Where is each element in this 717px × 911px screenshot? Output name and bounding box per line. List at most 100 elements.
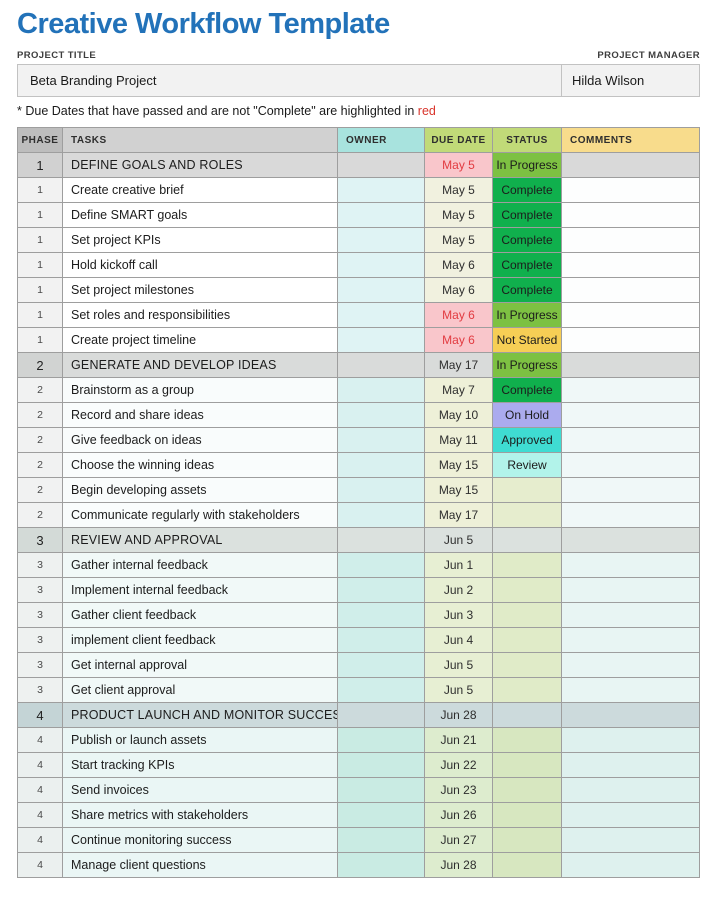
status-cell[interactable]: Complete xyxy=(493,278,561,302)
task-cell[interactable]: PRODUCT LAUNCH AND MONITOR SUCCESS xyxy=(63,703,337,727)
status-cell[interactable]: Approved xyxy=(493,428,561,452)
phase-cell[interactable]: 3 xyxy=(18,603,62,627)
due-date-cell[interactable]: May 5 xyxy=(425,178,492,202)
owner-cell[interactable] xyxy=(338,553,424,577)
status-cell[interactable]: On Hold xyxy=(493,403,561,427)
task-cell[interactable]: Get internal approval xyxy=(63,653,337,677)
task-cell[interactable]: Start tracking KPIs xyxy=(63,753,337,777)
comments-cell[interactable] xyxy=(562,378,699,402)
status-cell[interactable] xyxy=(493,728,561,752)
comments-cell[interactable] xyxy=(562,853,699,877)
phase-cell[interactable]: 3 xyxy=(18,578,62,602)
owner-cell[interactable] xyxy=(338,578,424,602)
due-date-cell[interactable]: Jun 22 xyxy=(425,753,492,777)
due-date-cell[interactable]: Jun 2 xyxy=(425,578,492,602)
comments-cell[interactable] xyxy=(562,578,699,602)
comments-cell[interactable] xyxy=(562,428,699,452)
due-date-cell[interactable]: May 11 xyxy=(425,428,492,452)
task-cell[interactable]: Set roles and responsibilities xyxy=(63,303,337,327)
phase-cell[interactable]: 1 xyxy=(18,178,62,202)
task-cell[interactable]: GENERATE AND DEVELOP IDEAS xyxy=(63,353,337,377)
task-cell[interactable]: Gather client feedback xyxy=(63,603,337,627)
phase-cell[interactable]: 3 xyxy=(18,528,62,552)
due-date-cell[interactable]: Jun 5 xyxy=(425,528,492,552)
task-cell[interactable]: Give feedback on ideas xyxy=(63,428,337,452)
due-date-cell[interactable]: May 15 xyxy=(425,453,492,477)
status-cell[interactable]: Complete xyxy=(493,228,561,252)
task-cell[interactable]: Implement internal feedback xyxy=(63,578,337,602)
due-date-cell[interactable]: Jun 1 xyxy=(425,553,492,577)
comments-cell[interactable] xyxy=(562,303,699,327)
task-cell[interactable]: Share metrics with stakeholders xyxy=(63,803,337,827)
due-date-cell[interactable]: Jun 5 xyxy=(425,678,492,702)
owner-cell[interactable] xyxy=(338,603,424,627)
comments-cell[interactable] xyxy=(562,753,699,777)
phase-cell[interactable]: 1 xyxy=(18,253,62,277)
due-date-cell[interactable]: Jun 26 xyxy=(425,803,492,827)
phase-cell[interactable]: 1 xyxy=(18,278,62,302)
status-cell[interactable] xyxy=(493,478,561,502)
owner-cell[interactable] xyxy=(338,428,424,452)
task-cell[interactable]: REVIEW AND APPROVAL xyxy=(63,528,337,552)
due-date-cell[interactable]: May 15 xyxy=(425,478,492,502)
status-cell[interactable] xyxy=(493,803,561,827)
task-cell[interactable]: Create creative brief xyxy=(63,178,337,202)
task-cell[interactable]: Set project KPIs xyxy=(63,228,337,252)
due-date-cell[interactable]: May 17 xyxy=(425,503,492,527)
phase-cell[interactable]: 2 xyxy=(18,478,62,502)
status-cell[interactable] xyxy=(493,653,561,677)
owner-cell[interactable] xyxy=(338,453,424,477)
due-date-cell[interactable]: Jun 5 xyxy=(425,653,492,677)
status-cell[interactable]: In Progress xyxy=(493,303,561,327)
status-cell[interactable]: Complete xyxy=(493,178,561,202)
status-cell[interactable] xyxy=(493,853,561,877)
comments-cell[interactable] xyxy=(562,553,699,577)
due-date-cell[interactable]: Jun 4 xyxy=(425,628,492,652)
due-date-cell[interactable]: May 10 xyxy=(425,403,492,427)
comments-cell[interactable] xyxy=(562,328,699,352)
phase-cell[interactable]: 4 xyxy=(18,778,62,802)
due-date-cell[interactable]: Jun 3 xyxy=(425,603,492,627)
due-date-cell[interactable]: May 6 xyxy=(425,278,492,302)
owner-cell[interactable] xyxy=(338,303,424,327)
owner-cell[interactable] xyxy=(338,853,424,877)
phase-cell[interactable]: 2 xyxy=(18,403,62,427)
due-date-cell[interactable]: May 6 xyxy=(425,253,492,277)
owner-cell[interactable] xyxy=(338,228,424,252)
comments-cell[interactable] xyxy=(562,528,699,552)
task-cell[interactable]: Create project timeline xyxy=(63,328,337,352)
task-cell[interactable]: Begin developing assets xyxy=(63,478,337,502)
phase-cell[interactable]: 4 xyxy=(18,828,62,852)
phase-cell[interactable]: 1 xyxy=(18,328,62,352)
due-date-cell[interactable]: May 17 xyxy=(425,353,492,377)
due-date-cell[interactable]: Jun 21 xyxy=(425,728,492,752)
owner-cell[interactable] xyxy=(338,678,424,702)
status-cell[interactable]: Review xyxy=(493,453,561,477)
comments-cell[interactable] xyxy=(562,478,699,502)
comments-cell[interactable] xyxy=(562,803,699,827)
task-cell[interactable]: Get client approval xyxy=(63,678,337,702)
owner-cell[interactable] xyxy=(338,203,424,227)
due-date-cell[interactable]: Jun 23 xyxy=(425,778,492,802)
phase-cell[interactable]: 2 xyxy=(18,503,62,527)
phase-cell[interactable]: 1 xyxy=(18,153,62,177)
owner-cell[interactable] xyxy=(338,828,424,852)
phase-cell[interactable]: 2 xyxy=(18,428,62,452)
owner-cell[interactable] xyxy=(338,378,424,402)
phase-cell[interactable]: 4 xyxy=(18,728,62,752)
due-date-cell[interactable]: May 5 xyxy=(425,228,492,252)
project-title-field[interactable]: Beta Branding Project xyxy=(18,65,562,96)
status-cell[interactable] xyxy=(493,603,561,627)
comments-cell[interactable] xyxy=(562,228,699,252)
status-cell[interactable]: Complete xyxy=(493,203,561,227)
owner-cell[interactable] xyxy=(338,503,424,527)
status-cell[interactable]: In Progress xyxy=(493,153,561,177)
due-date-cell[interactable]: May 5 xyxy=(425,203,492,227)
owner-cell[interactable] xyxy=(338,478,424,502)
due-date-cell[interactable]: May 6 xyxy=(425,328,492,352)
comments-cell[interactable] xyxy=(562,178,699,202)
due-date-cell[interactable]: May 5 xyxy=(425,153,492,177)
task-cell[interactable]: Gather internal feedback xyxy=(63,553,337,577)
project-manager-field[interactable]: Hilda Wilson xyxy=(562,65,699,96)
phase-cell[interactable]: 2 xyxy=(18,353,62,377)
